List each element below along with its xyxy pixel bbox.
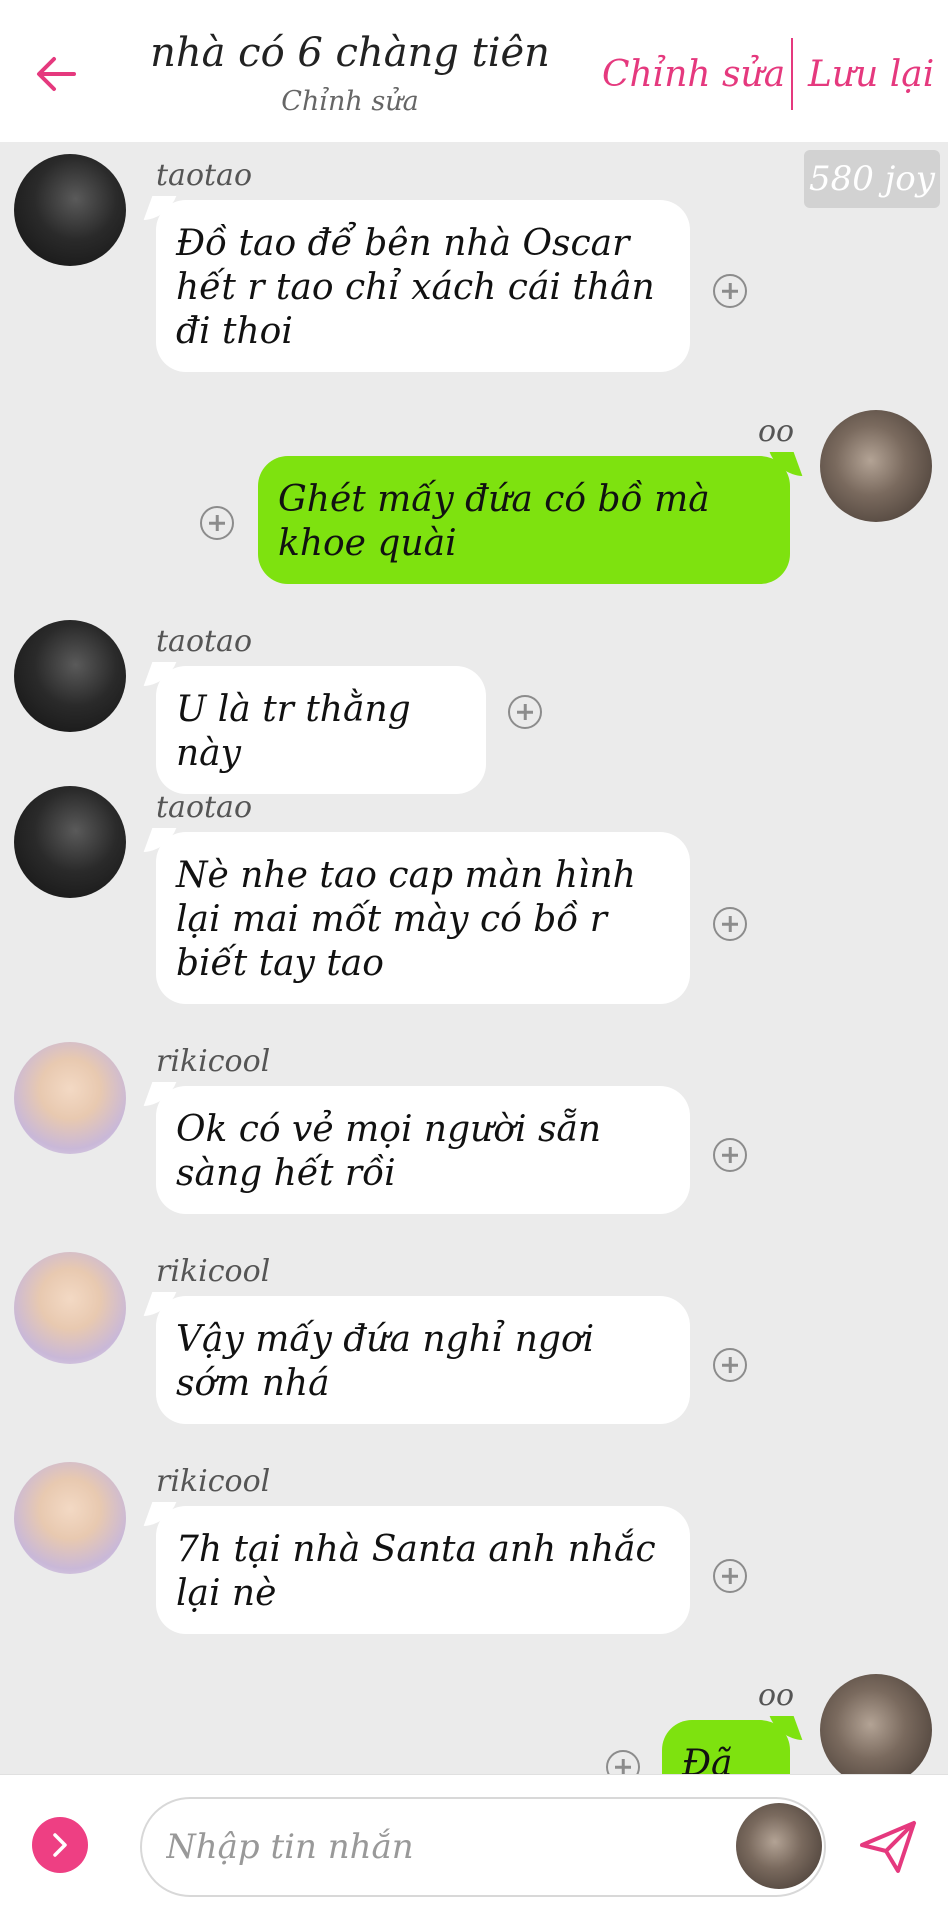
sender-name: taotao — [156, 790, 253, 825]
message-bubble[interactable]: 7h tại nhà Santa anh nhắc lại nè — [156, 1506, 690, 1634]
sender-name: taotao — [156, 158, 253, 193]
joy-badge: 580 joy — [804, 150, 940, 208]
sender-name: rikicool — [156, 1254, 271, 1289]
header-divider — [791, 38, 793, 110]
sender-name: oo — [758, 1678, 795, 1713]
message-bubble[interactable]: U là tr thằng này — [156, 666, 486, 794]
avatar[interactable] — [14, 1252, 126, 1364]
message-bubble[interactable]: Đã rõ — [662, 1720, 790, 1774]
edit-button[interactable]: Chỉnh sửa — [602, 54, 785, 95]
add-reaction-button[interactable] — [713, 274, 747, 308]
paper-plane-icon — [860, 1821, 916, 1873]
chat-title: nhà có 6 chàng tiên — [150, 30, 550, 76]
avatar[interactable] — [14, 154, 126, 266]
add-reaction-button[interactable] — [713, 1559, 747, 1593]
message-bubble[interactable]: Vậy mấy đứa nghỉ ngơi sớm nhá — [156, 1296, 690, 1424]
message-bubble[interactable]: Đồ tao để bên nhà Oscar hết r tao chỉ xá… — [156, 200, 690, 372]
chat-area[interactable]: 580 joy taotao Đồ tao để bên nhà Oscar h… — [0, 142, 948, 1774]
add-reaction-button[interactable] — [713, 1138, 747, 1172]
add-reaction-button[interactable] — [508, 695, 542, 729]
sender-name: oo — [758, 414, 795, 449]
message-bubble[interactable]: Ghét mấy đứa có bồ mà khoe quài — [258, 456, 790, 584]
expand-button[interactable] — [32, 1817, 88, 1873]
sender-name: taotao — [156, 624, 253, 659]
avatar[interactable] — [14, 620, 126, 732]
avatar[interactable] — [736, 1803, 822, 1889]
add-reaction-button[interactable] — [606, 1750, 640, 1774]
avatar[interactable] — [14, 786, 126, 898]
chat-subtitle: Chỉnh sửa — [281, 86, 419, 117]
back-button[interactable] — [28, 46, 84, 102]
save-button[interactable]: Lưu lại — [808, 54, 934, 95]
avatar[interactable] — [14, 1042, 126, 1154]
message-input[interactable] — [140, 1797, 826, 1897]
add-reaction-button[interactable] — [200, 506, 234, 540]
avatar[interactable] — [820, 1674, 932, 1774]
add-reaction-button[interactable] — [713, 1348, 747, 1382]
message-bubble[interactable]: Ok có vẻ mọi người sẵn sàng hết rồi — [156, 1086, 690, 1214]
message-bubble[interactable]: Nè nhe tao cap màn hình lại mai mốt mày … — [156, 832, 690, 1004]
arrow-left-icon — [37, 57, 76, 91]
chevron-right-icon — [53, 1833, 67, 1857]
avatar[interactable] — [14, 1462, 126, 1574]
avatar[interactable] — [820, 410, 932, 522]
add-reaction-button[interactable] — [713, 907, 747, 941]
sender-name: rikicool — [156, 1044, 271, 1079]
send-button[interactable] — [856, 1815, 920, 1879]
message-composer — [0, 1774, 948, 1920]
top-bar: nhà có 6 chàng tiên Chỉnh sửa Chỉnh sửa … — [0, 0, 948, 142]
sender-name: rikicool — [156, 1464, 271, 1499]
